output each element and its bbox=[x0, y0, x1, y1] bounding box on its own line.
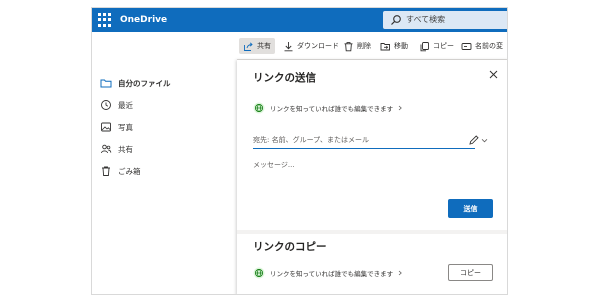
nav-item-label: 自分のファイル bbox=[118, 78, 171, 88]
pencil-icon[interactable] bbox=[468, 134, 480, 146]
download-icon bbox=[284, 41, 293, 51]
nav-item-label: 写真 bbox=[118, 122, 133, 132]
trash-icon bbox=[102, 166, 110, 176]
search-placeholder: すべて検索 bbox=[406, 15, 446, 24]
recipients-input[interactable]: 宛先: 名前、グループ、またはメール bbox=[253, 133, 475, 149]
delete-button[interactable]: 削除 bbox=[343, 39, 371, 53]
nav-item-label: ごみ箱 bbox=[118, 166, 141, 176]
link-settings-button[interactable]: リンクを知っていれば誰でも編集できます bbox=[253, 101, 403, 115]
left-navigation: 自分のファイル 最近 写真 共有 ごみ箱 bbox=[92, 32, 237, 294]
rename-label: 名前の変 bbox=[475, 42, 503, 50]
recent-icon bbox=[101, 100, 111, 110]
send-link-title: リンクの送信 bbox=[253, 72, 316, 84]
copy-link-title: リンクのコピー bbox=[253, 241, 327, 253]
copy-link-button[interactable]: コピー bbox=[448, 264, 493, 281]
share-panel: リンクの送信 リンクを知っていれば誰でも編集できます 宛先: 名前、グループ、ま… bbox=[237, 60, 507, 294]
recipients-placeholder: 宛先: 名前、グループ、またはメール bbox=[253, 136, 369, 144]
share-button[interactable]: 共有 bbox=[239, 38, 275, 54]
copy-icon bbox=[420, 41, 429, 51]
nav-item-label: 最近 bbox=[118, 100, 133, 110]
copy-link-settings-button[interactable]: リンクを知っていれば誰でも編集できます bbox=[253, 266, 403, 280]
brand-name[interactable]: OneDrive bbox=[120, 13, 167, 27]
chevron-right-icon bbox=[398, 105, 402, 111]
nav-item-recycle-bin[interactable]: ごみ箱 bbox=[100, 164, 141, 178]
photo-icon bbox=[101, 122, 111, 132]
copy-link-setting-text: リンクを知っていれば誰でも編集できます bbox=[270, 270, 394, 278]
search-icon bbox=[391, 15, 401, 25]
chevron-right-icon bbox=[398, 270, 402, 276]
copy-to-button[interactable]: コピー bbox=[419, 39, 454, 53]
rename-icon bbox=[461, 42, 472, 50]
link-setting-text: リンクを知っていれば誰でも編集できます bbox=[270, 105, 394, 113]
share-label: 共有 bbox=[257, 42, 271, 50]
folder-icon bbox=[100, 79, 112, 88]
onedrive-window: OneDrive すべて検索 自分のファイル 最近 写真 共有 ごみ箱 共有 ダ… bbox=[91, 7, 508, 295]
download-button[interactable]: ダウンロード bbox=[283, 39, 339, 53]
move-icon bbox=[380, 42, 390, 50]
globe-icon bbox=[253, 102, 265, 114]
send-button[interactable]: 送信 bbox=[448, 199, 493, 218]
search-box[interactable]: すべて検索 bbox=[383, 11, 507, 29]
delete-label: 削除 bbox=[357, 42, 371, 50]
download-label: ダウンロード bbox=[297, 42, 339, 50]
trash-icon bbox=[344, 41, 353, 51]
command-bar: 共有 ダウンロード 削除 移動 コピー 名前の変 bbox=[237, 32, 507, 60]
move-button[interactable]: 移動 bbox=[380, 39, 408, 53]
nav-item-my-files[interactable]: 自分のファイル bbox=[100, 76, 171, 90]
nav-item-photos[interactable]: 写真 bbox=[100, 120, 133, 134]
section-divider bbox=[237, 230, 507, 234]
globe-icon bbox=[253, 267, 265, 279]
rename-button[interactable]: 名前の変 bbox=[461, 39, 503, 53]
message-input[interactable]: メッセージ... bbox=[253, 160, 295, 170]
copy-to-label: コピー bbox=[433, 42, 454, 50]
nav-item-shared[interactable]: 共有 bbox=[100, 142, 133, 156]
move-label: 移動 bbox=[394, 42, 408, 50]
chevron-down-icon[interactable] bbox=[481, 137, 488, 144]
nav-item-recent[interactable]: 最近 bbox=[100, 98, 133, 112]
app-launcher-icon[interactable] bbox=[98, 13, 112, 27]
close-icon[interactable] bbox=[488, 69, 499, 80]
share-icon bbox=[244, 41, 253, 51]
nav-item-label: 共有 bbox=[118, 144, 133, 154]
top-bar: OneDrive すべて検索 bbox=[92, 8, 507, 32]
people-icon bbox=[101, 144, 112, 154]
